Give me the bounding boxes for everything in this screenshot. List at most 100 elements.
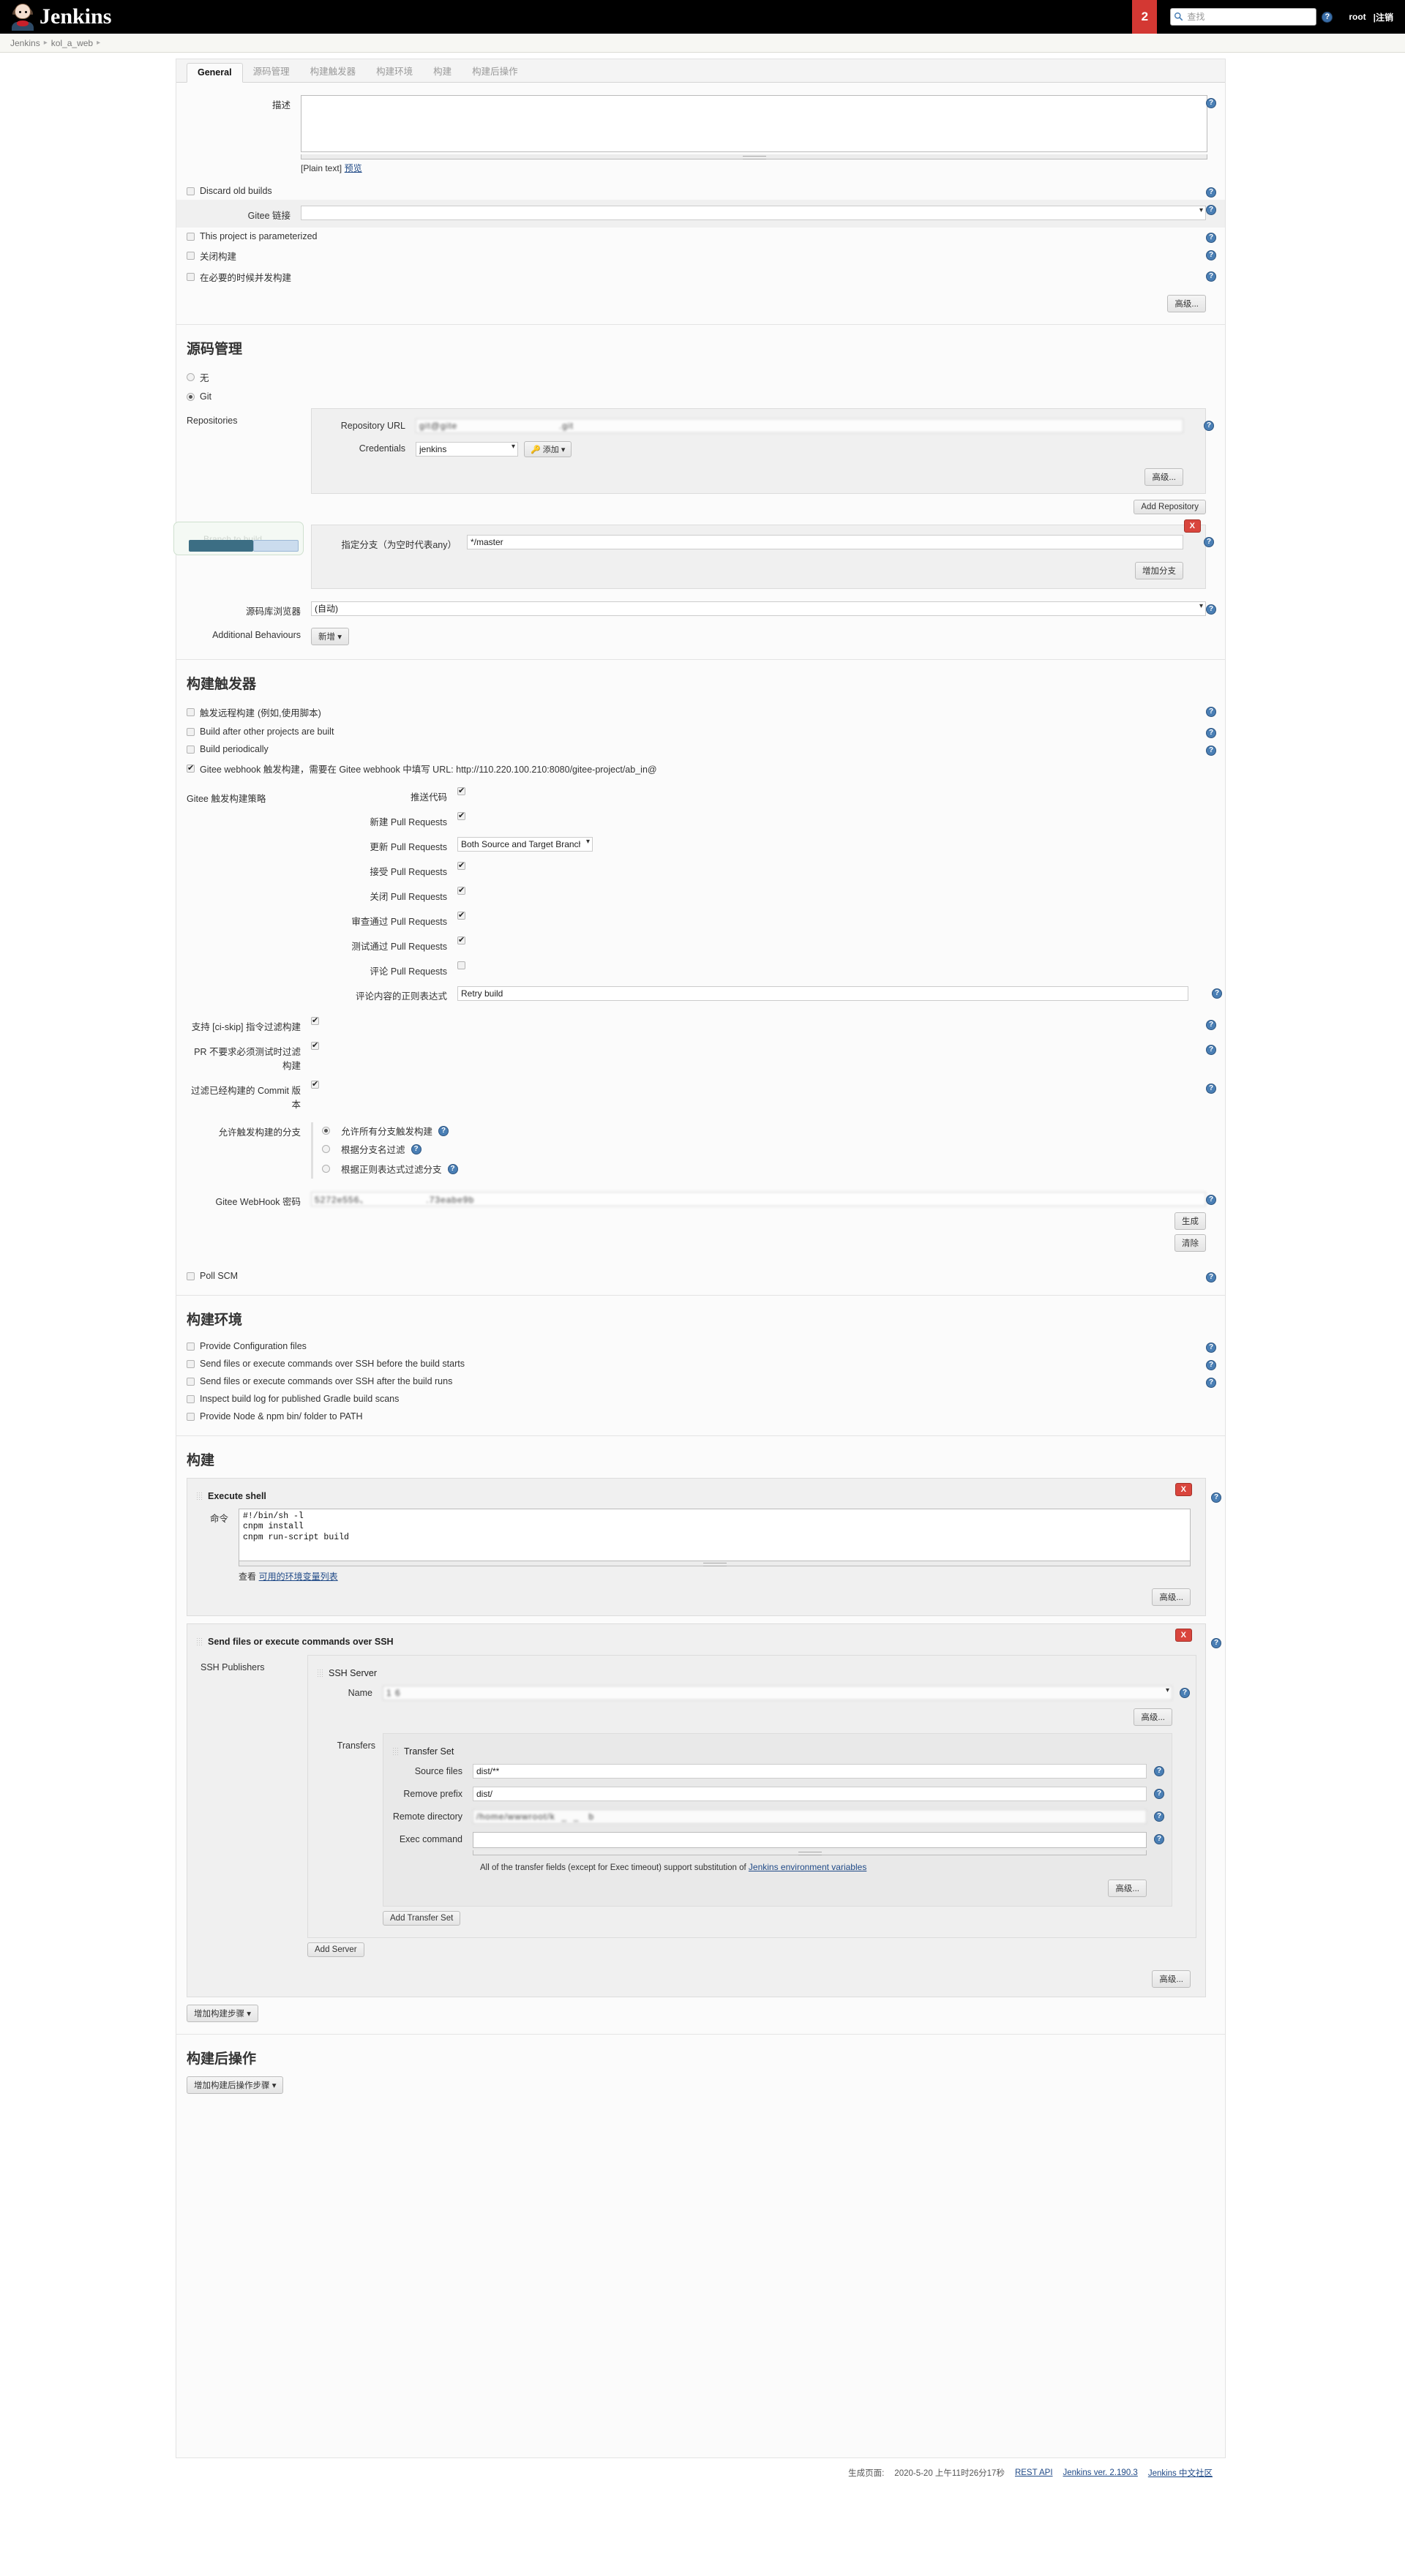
help-icon-webhook-password[interactable]: ? [1206, 1194, 1216, 1205]
drag-handle-icon-ssh[interactable] [196, 1637, 203, 1646]
add-transfer-set-button[interactable]: Add Transfer Set [383, 1911, 461, 1926]
tested-pr-checkbox[interactable] [457, 935, 465, 945]
ssh-publisher-advanced-button[interactable]: 高级... [1152, 1970, 1191, 1988]
close-pr-checkbox[interactable] [457, 885, 465, 895]
rest-api-link[interactable]: REST API [1015, 2468, 1053, 2477]
help-icon-ci-skip[interactable]: ? [1206, 1019, 1216, 1030]
help-icon-repository-browser[interactable]: ? [1206, 604, 1216, 615]
update-pr-select[interactable]: Both Source and Target Branch updated [457, 837, 593, 852]
help-circle-icon[interactable]: ? [1322, 11, 1333, 23]
inspect-gradle-scans-checkbox[interactable] [187, 1394, 195, 1403]
inspect-gradle-scans-row[interactable]: Inspect build log for published Gradle b… [176, 1390, 1225, 1408]
tooltip-secondary-button[interactable] [253, 540, 299, 552]
build-periodically-checkbox[interactable] [187, 745, 195, 754]
tab-build-triggers[interactable]: 构建触发器 [300, 60, 367, 82]
breadcrumb-item-jenkins[interactable]: Jenkins [10, 38, 40, 48]
help-icon-provide-config-files[interactable]: ? [1206, 1342, 1216, 1353]
add-server-button[interactable]: Add Server [307, 1942, 364, 1957]
concurrent-build-checkbox[interactable] [187, 273, 195, 281]
add-behaviour-button[interactable]: 新增 ▾ [311, 628, 349, 645]
general-advanced-button[interactable]: 高级... [1167, 295, 1206, 312]
help-icon-filter-built-commit[interactable]: ? [1206, 1083, 1216, 1094]
remote-directory-input[interactable] [473, 1809, 1147, 1824]
provide-config-files-row[interactable]: Provide Configuration files ? [176, 1337, 1225, 1355]
scm-option-git-row[interactable]: Git [176, 388, 1225, 405]
env-variables-link[interactable]: 可用的环境变量列表 [259, 1571, 338, 1582]
provide-node-npm-checkbox[interactable] [187, 1412, 195, 1421]
ssh-server-name-select[interactable]: 1 6 [383, 1686, 1172, 1700]
filter-by-branch-name-row[interactable]: 根据分支名过滤 ? [322, 1139, 1225, 1159]
help-icon-remove-prefix[interactable]: ? [1154, 1788, 1164, 1799]
scm-option-none-row[interactable]: 无 [176, 367, 1225, 388]
tab-build-environment[interactable]: 构建环境 [366, 60, 423, 82]
build-after-other-row[interactable]: Build after other projects are built ? [176, 723, 1225, 740]
help-icon-repository-url[interactable]: ? [1204, 420, 1214, 431]
delete-branch-button[interactable]: X [1183, 519, 1201, 533]
shell-command-textarea[interactable]: #!/bin/sh -l cnpm install cnpm run-scrip… [239, 1509, 1191, 1561]
help-icon-poll-scm[interactable]: ? [1206, 1272, 1216, 1283]
help-icon-pr-no-test[interactable]: ? [1206, 1044, 1216, 1055]
help-icon-ssh-after-build[interactable]: ? [1206, 1377, 1216, 1388]
execute-shell-advanced-button[interactable]: 高级... [1152, 1588, 1191, 1606]
repository-browser-select[interactable]: (自动) [311, 601, 1206, 616]
filter-built-commit-checkbox[interactable] [311, 1079, 319, 1089]
add-credentials-button[interactable]: 🔑 添加 ▾ [524, 441, 572, 457]
help-icon-gitee-link[interactable]: ? [1206, 204, 1216, 215]
breadcrumb-item-job[interactable]: kol_a_web [51, 38, 93, 48]
help-icon-parameterized[interactable]: ? [1206, 232, 1216, 243]
gitee-webhook-checkbox[interactable] [187, 763, 195, 773]
add-build-step-button[interactable]: 增加构建步骤 ▾ [187, 2005, 258, 2022]
disable-build-checkbox[interactable] [187, 252, 195, 260]
provide-node-npm-row[interactable]: Provide Node & npm bin/ folder to PATH [176, 1408, 1225, 1425]
delete-execute-shell-button[interactable]: X [1174, 1483, 1192, 1496]
build-queue-badge[interactable]: 2 [1132, 0, 1158, 34]
gitee-webhook-row[interactable]: Gitee webhook 触发构建，需要在 Gitee webhook 中填写… [176, 758, 1225, 779]
help-icon-build-after-other[interactable]: ? [1206, 727, 1216, 738]
user-menu-link[interactable]: root [1349, 12, 1365, 22]
help-icon-filter-by-branch-name[interactable]: ? [411, 1144, 422, 1154]
jenkins-community-link[interactable]: Jenkins 中文社区 [1148, 2467, 1213, 2479]
scm-radio-none[interactable] [187, 373, 195, 381]
exec-command-resize-handle[interactable] [473, 1850, 1147, 1855]
approved-pr-checkbox[interactable] [457, 910, 465, 920]
jenkins-logo-link[interactable]: Jenkins [0, 3, 111, 31]
comment-regex-input[interactable] [457, 986, 1188, 1001]
help-icon-execute-shell[interactable]: ? [1211, 1492, 1221, 1503]
repository-advanced-button[interactable]: 高级... [1144, 468, 1183, 486]
clear-password-button[interactable]: 清除 [1174, 1234, 1206, 1252]
help-icon-exec-command[interactable]: ? [1154, 1833, 1164, 1844]
scm-radio-git[interactable] [187, 392, 195, 401]
help-icon-discard-old-builds[interactable]: ? [1206, 187, 1216, 198]
help-icon-branch-specifier[interactable]: ? [1204, 536, 1214, 547]
branch-specifier-input[interactable] [467, 535, 1183, 549]
transfer-advanced-button[interactable]: 高级... [1108, 1880, 1147, 1897]
delete-ssh-publisher-button[interactable]: X [1174, 1629, 1192, 1642]
build-after-other-checkbox[interactable] [187, 727, 195, 736]
ssh-server-advanced-button[interactable]: 高级... [1134, 1708, 1172, 1726]
preview-link[interactable]: 预览 [345, 163, 362, 173]
gitee-link-input[interactable] [301, 206, 1206, 220]
new-pr-checkbox[interactable] [457, 811, 465, 820]
help-icon-remote-directory[interactable]: ? [1154, 1811, 1164, 1822]
remove-prefix-input[interactable] [473, 1787, 1147, 1801]
ci-skip-checkbox[interactable] [311, 1015, 319, 1025]
remote-build-trigger-row[interactable]: 触发远程构建 (例如,使用脚本) ? [176, 702, 1225, 723]
help-icon-filter-by-regex[interactable]: ? [447, 1163, 458, 1174]
pr-no-test-checkbox[interactable] [311, 1040, 319, 1050]
help-icon-remote-build[interactable]: ? [1206, 706, 1216, 717]
parameterized-checkbox[interactable] [187, 232, 195, 241]
add-branch-button[interactable]: 增加分支 [1135, 562, 1183, 579]
help-icon-comment-regex[interactable]: ? [1212, 988, 1222, 999]
jenkins-version-link[interactable]: Jenkins ver. 2.190.3 [1063, 2468, 1138, 2477]
help-icon-build-periodically[interactable]: ? [1206, 745, 1216, 756]
filter-by-branch-name-radio[interactable] [322, 1145, 330, 1153]
tab-general[interactable]: General [187, 63, 243, 83]
help-icon-allow-all-branches[interactable]: ? [438, 1125, 449, 1136]
filter-by-regex-radio[interactable] [322, 1165, 330, 1173]
ssh-after-build-row[interactable]: Send files or execute commands over SSH … [176, 1373, 1225, 1390]
parameterized-row[interactable]: This project is parameterized ? [176, 228, 1225, 245]
build-periodically-row[interactable]: Build periodically ? [176, 740, 1225, 758]
drag-handle-icon-server[interactable] [317, 1669, 323, 1678]
discard-old-builds-row[interactable]: Discard old builds ? [176, 182, 1225, 200]
ssh-after-build-checkbox[interactable] [187, 1377, 195, 1386]
